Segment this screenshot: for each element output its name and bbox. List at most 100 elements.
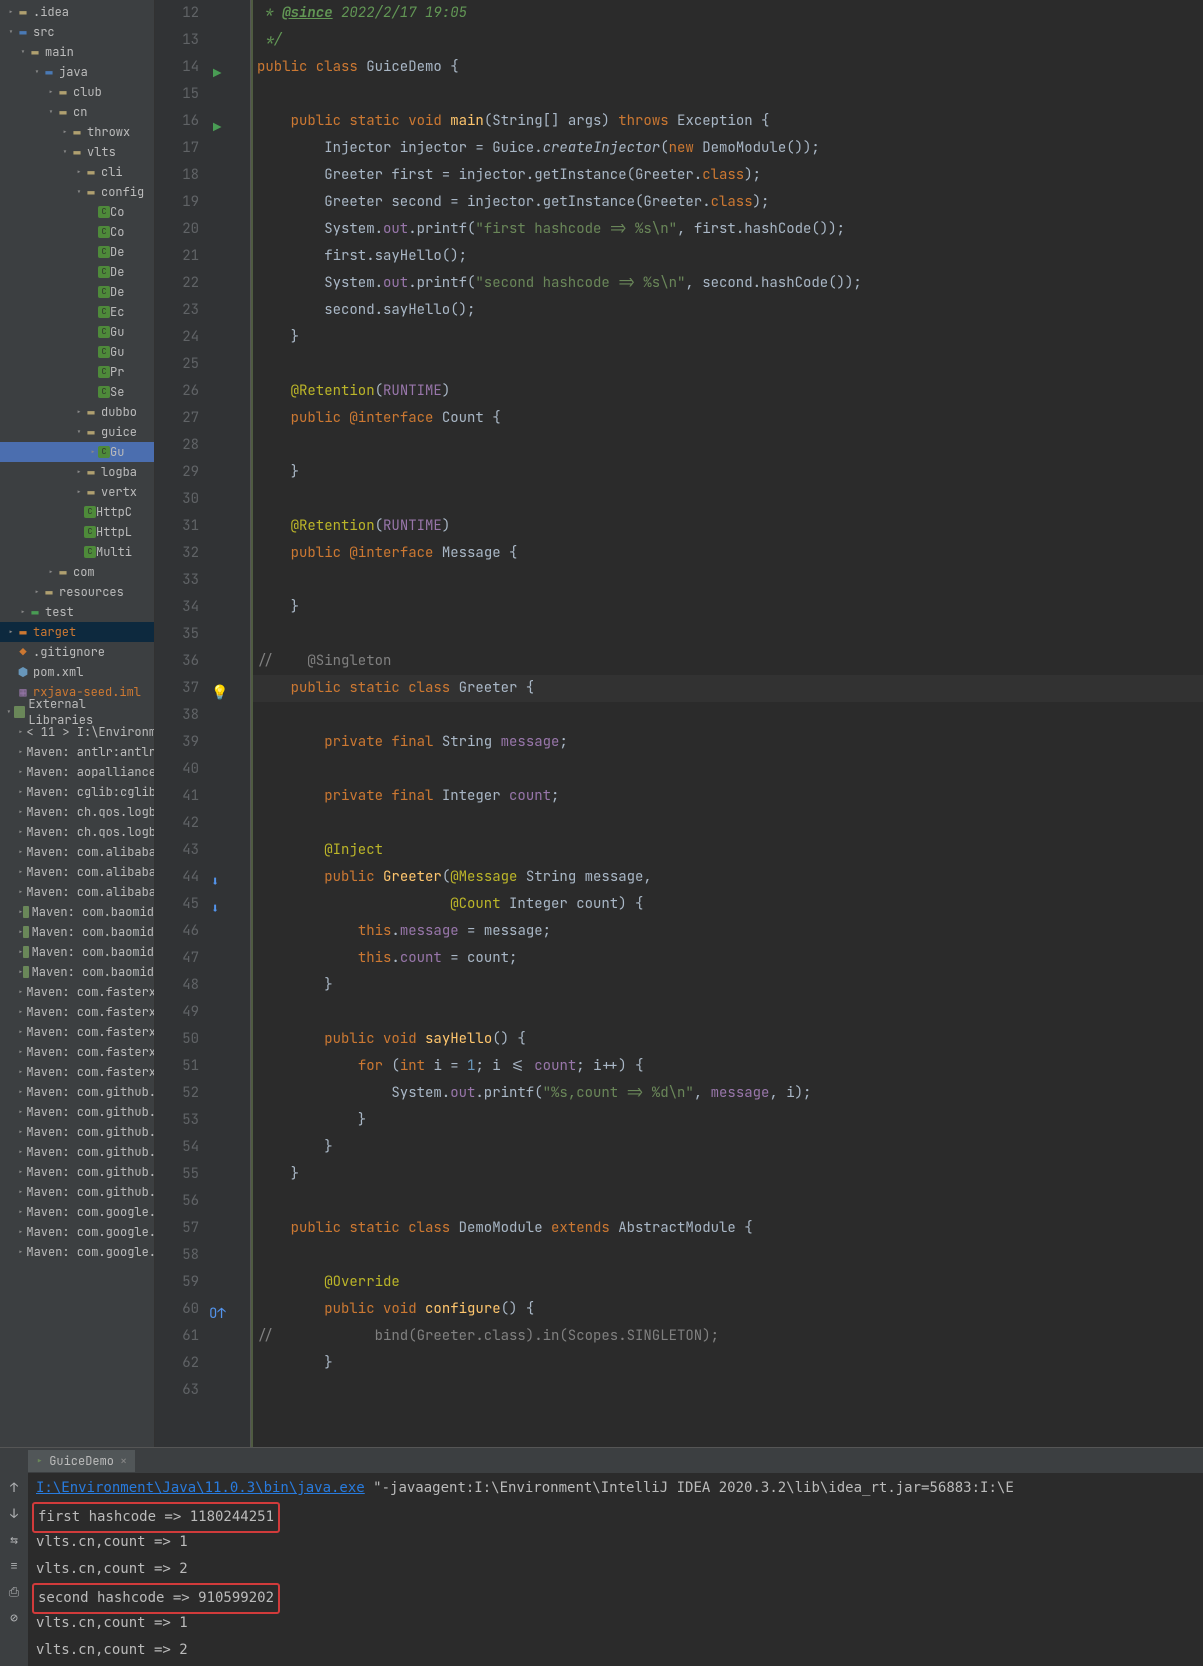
code-line[interactable]: @Inject	[251, 837, 1203, 864]
code-line[interactable]: // bind(Greeter.class).in(Scopes.SINGLET…	[251, 1323, 1203, 1350]
code-line[interactable]: private final String message;	[251, 729, 1203, 756]
code-line[interactable]: first.sayHello();	[251, 243, 1203, 270]
console-output[interactable]: I:\Environment\Java\11.0.3\bin\java.exe …	[28, 1473, 1203, 1666]
tree-folder-main[interactable]: ▾▬main	[0, 42, 154, 62]
code-area[interactable]: * @since 2022/2/17 19:05 */public class …	[251, 0, 1203, 1447]
tree-folder-club[interactable]: ▸▬club	[0, 82, 154, 102]
tree-class-item[interactable]: CDe	[0, 242, 154, 262]
code-line[interactable]: }	[251, 1350, 1203, 1377]
tree-maven-library[interactable]: ▸Maven: ch.qos.logba	[0, 802, 154, 822]
run-tab-guicedemo[interactable]: ▸ GuiceDemo ×	[28, 1450, 135, 1472]
tree-folder-vertx[interactable]: ▸▬vertx	[0, 482, 154, 502]
code-line[interactable]: Greeter first = injector.getInstance(Gre…	[251, 162, 1203, 189]
tree-maven-library[interactable]: ▸Maven: com.fasterxm	[0, 1022, 154, 1042]
code-line[interactable]: public void sayHello() {	[251, 1026, 1203, 1053]
tree-maven-library[interactable]: ▸Maven: com.baomid	[0, 902, 154, 922]
code-line[interactable]	[251, 1188, 1203, 1215]
editor-gutter[interactable]: 1213141516171819202122232425262728293031…	[155, 0, 207, 1447]
up-icon[interactable]: ↑	[4, 1477, 24, 1497]
tree-maven-library[interactable]: ▸Maven: com.fasterxm	[0, 1002, 154, 1022]
tree-maven-library[interactable]: ▸Maven: com.github.b	[0, 1142, 154, 1162]
tree-maven-library[interactable]: ▸Maven: com.alibaba.	[0, 862, 154, 882]
code-line[interactable]: Greeter second = injector.getInstance(Gr…	[251, 189, 1203, 216]
tree-folder-vlts[interactable]: ▾▬vlts	[0, 142, 154, 162]
code-line[interactable]: System.out.printf("second hashcode => %s…	[251, 270, 1203, 297]
code-line[interactable]: }	[251, 1107, 1203, 1134]
close-icon[interactable]: ×	[120, 1453, 127, 1469]
code-line[interactable]	[251, 1377, 1203, 1404]
tree-maven-library[interactable]: ▸Maven: com.google.a	[0, 1222, 154, 1242]
tree-maven-library[interactable]: ▸Maven: com.github.v	[0, 1182, 154, 1202]
code-line[interactable]: Injector injector = Guice.createInjector…	[251, 135, 1203, 162]
code-line[interactable]: this.count = count;	[251, 945, 1203, 972]
tree-file-pom[interactable]: ⬢pom.xml	[0, 662, 154, 682]
code-line[interactable]	[251, 999, 1203, 1026]
code-line[interactable]: System.out.printf("first hashcode => %s\…	[251, 216, 1203, 243]
tree-maven-library[interactable]: ▸Maven: com.github.a	[0, 1102, 154, 1122]
tree-maven-library[interactable]: ▸Maven: com.baomid	[0, 922, 154, 942]
tree-class-item[interactable]: CDe	[0, 282, 154, 302]
code-line[interactable]: for (int i = 1; i <= count; i++) {	[251, 1053, 1203, 1080]
tree-folder-java[interactable]: ▾▬java	[0, 62, 154, 82]
code-line[interactable]: }	[251, 1161, 1203, 1188]
tree-folder-config[interactable]: ▾▬config	[0, 182, 154, 202]
tree-class-item[interactable]: CDe	[0, 262, 154, 282]
tree-class-multi[interactable]: CMulti	[0, 542, 154, 562]
code-line[interactable]	[251, 756, 1203, 783]
code-line[interactable]	[251, 567, 1203, 594]
code-line[interactable]: public Greeter(@Message String message,	[251, 864, 1203, 891]
scroll-icon[interactable]: ≡	[4, 1555, 24, 1575]
tree-maven-library[interactable]: ▸Maven: com.alibaba.	[0, 882, 154, 902]
tree-maven-library[interactable]: ▸Maven: com.baomid	[0, 942, 154, 962]
project-tree[interactable]: ▸▬.idea ▾▬src ▾▬main ▾▬java ▸▬club ▾▬cn …	[0, 0, 155, 1447]
tree-maven-library[interactable]: ▸Maven: com.fasterxm	[0, 1062, 154, 1082]
code-line[interactable]: public @interface Count {	[251, 405, 1203, 432]
tree-folder-com[interactable]: ▸▬com	[0, 562, 154, 582]
code-line[interactable]: @Retention(RUNTIME)	[251, 378, 1203, 405]
code-line[interactable]: this.message = message;	[251, 918, 1203, 945]
tree-folder-cn[interactable]: ▾▬cn	[0, 102, 154, 122]
tree-maven-library[interactable]: ▸Maven: com.github.a	[0, 1082, 154, 1102]
tree-maven-library[interactable]: ▸Maven: com.fasterxm	[0, 982, 154, 1002]
tree-class-item[interactable]: CEc	[0, 302, 154, 322]
code-line[interactable]: }	[251, 1134, 1203, 1161]
code-line[interactable]	[251, 432, 1203, 459]
code-line[interactable]	[251, 810, 1203, 837]
java-exe-link[interactable]: I:\Environment\Java\11.0.3\bin\java.exe	[36, 1480, 365, 1496]
code-line[interactable]: @Retention(RUNTIME)	[251, 513, 1203, 540]
tree-maven-library[interactable]: ▸Maven: cglib:cglib:3.	[0, 782, 154, 802]
code-line[interactable]: }	[251, 324, 1203, 351]
console-tabs[interactable]: ▸ GuiceDemo ×	[0, 1448, 1203, 1473]
code-line[interactable]: public static class DemoModule extends A…	[251, 1215, 1203, 1242]
tree-class-httpl[interactable]: CHttpL	[0, 522, 154, 542]
code-line[interactable]: @Override	[251, 1269, 1203, 1296]
code-line[interactable]: @Count Integer count) {	[251, 891, 1203, 918]
code-line[interactable]	[251, 702, 1203, 729]
tree-folder-throwx[interactable]: ▸▬throwx	[0, 122, 154, 142]
tree-maven-library[interactable]: ▸Maven: com.google.a	[0, 1242, 154, 1262]
code-line[interactable]: public static class Greeter {	[251, 675, 1203, 702]
tree-class-item[interactable]: CCo	[0, 202, 154, 222]
print-icon[interactable]: ⎙	[4, 1581, 24, 1601]
console-line[interactable]: vlts.cn,count => 1	[36, 1610, 1203, 1637]
tree-class-item[interactable]: CGu	[0, 322, 154, 342]
console-line[interactable]: second hashcode => 910599202	[36, 1583, 1203, 1610]
tree-maven-library[interactable]: ▸Maven: com.fasterxm	[0, 1042, 154, 1062]
tree-folder-idea[interactable]: ▸▬.idea	[0, 2, 154, 22]
tree-class-guicedemo[interactable]: ▸CGu	[0, 442, 154, 462]
tree-maven-library[interactable]: ▸Maven: aopalliance:a	[0, 762, 154, 782]
code-line[interactable]: }	[251, 594, 1203, 621]
wrap-icon[interactable]: ⇆	[4, 1529, 24, 1549]
tree-class-item[interactable]: CCo	[0, 222, 154, 242]
tree-folder-test[interactable]: ▸▬test	[0, 602, 154, 622]
tree-folder-target[interactable]: ▸▬target	[0, 622, 154, 642]
tree-folder-cli[interactable]: ▸▬cli	[0, 162, 154, 182]
code-line[interactable]: private final Integer count;	[251, 783, 1203, 810]
tree-class-httpc[interactable]: CHttpC	[0, 502, 154, 522]
tree-sdk[interactable]: ▸< 11 > I:\Environment	[0, 722, 154, 742]
down-icon[interactable]: ↓	[4, 1503, 24, 1523]
tree-maven-library[interactable]: ▸Maven: com.google.a	[0, 1202, 154, 1222]
code-line[interactable]: public static void main(String[] args) t…	[251, 108, 1203, 135]
code-line[interactable]: public @interface Message {	[251, 540, 1203, 567]
code-line[interactable]: * @since 2022/2/17 19:05	[251, 0, 1203, 27]
